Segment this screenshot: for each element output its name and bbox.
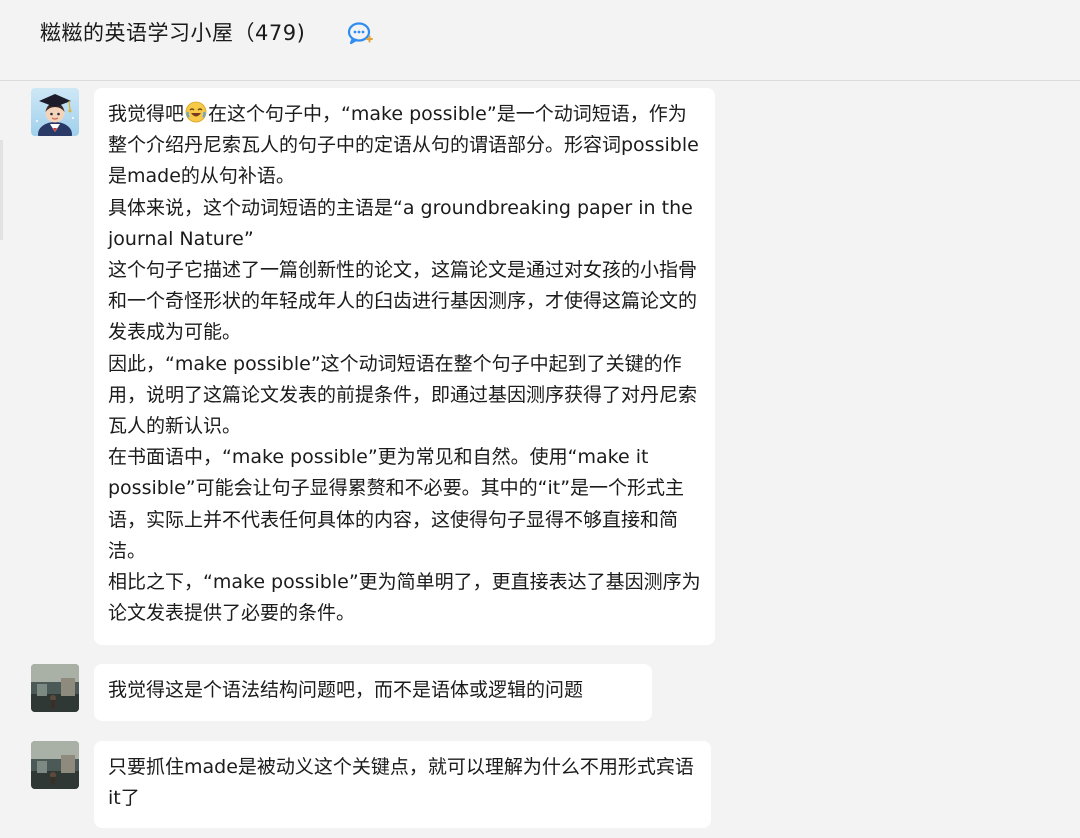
message-text: 我觉得吧	[108, 103, 185, 125]
laughing-crying-emoji-icon	[185, 101, 207, 123]
message-line: 具体来说，这个动词短语的主语是“a groundbreaking paper i…	[108, 196, 693, 250]
message-bubble[interactable]: 只要抓住made是被动义这个关键点，就可以理解为什么不用形式宾语it了	[94, 741, 711, 828]
message-bubble[interactable]: 我觉得这是个语法结构问题吧，而不是语体或逻辑的问题	[94, 664, 652, 721]
group-title[interactable]: 糍糍的英语学习小屋（479)	[40, 18, 305, 48]
left-edge-divider	[0, 140, 3, 240]
chat-header: 糍糍的英语学习小屋（479)	[0, 0, 1080, 81]
graduate-avatar[interactable]	[31, 88, 79, 136]
message-text: 我觉得这是个语法结构问题吧，而不是语体或逻辑的问题	[108, 679, 584, 701]
message-line: 因此，“make possible”这个动词短语在整个句子中起到了关键的作用，说…	[108, 352, 698, 438]
message-line: 我觉得吧 在这个句子中，“make possible”是一个动词短语，作为整个介绍…	[108, 99, 701, 193]
message-line: 在书面语中，“make possible”更为常见和自然。使用“make it …	[108, 446, 685, 562]
message-line: 相比之下，“make possible”更为简单明了，更直接表达了基因测序为论文…	[108, 571, 701, 625]
message-line: 这个句子它描述了一篇创新性的论文，这篇论文是通过对女孩的小指骨和一个奇怪形状的年…	[108, 259, 698, 344]
scenery-avatar[interactable]	[31, 741, 79, 789]
scenery-avatar[interactable]	[31, 664, 79, 712]
message-bubble[interactable]: 我觉得吧 在这个句子中，“make possible”是一个动词短语，作为整个介绍…	[94, 88, 715, 645]
chat-bubble-icon[interactable]	[346, 20, 376, 48]
message-text: 只要抓住made是被动义这个关键点，就可以理解为什么不用形式宾语it了	[108, 756, 694, 810]
